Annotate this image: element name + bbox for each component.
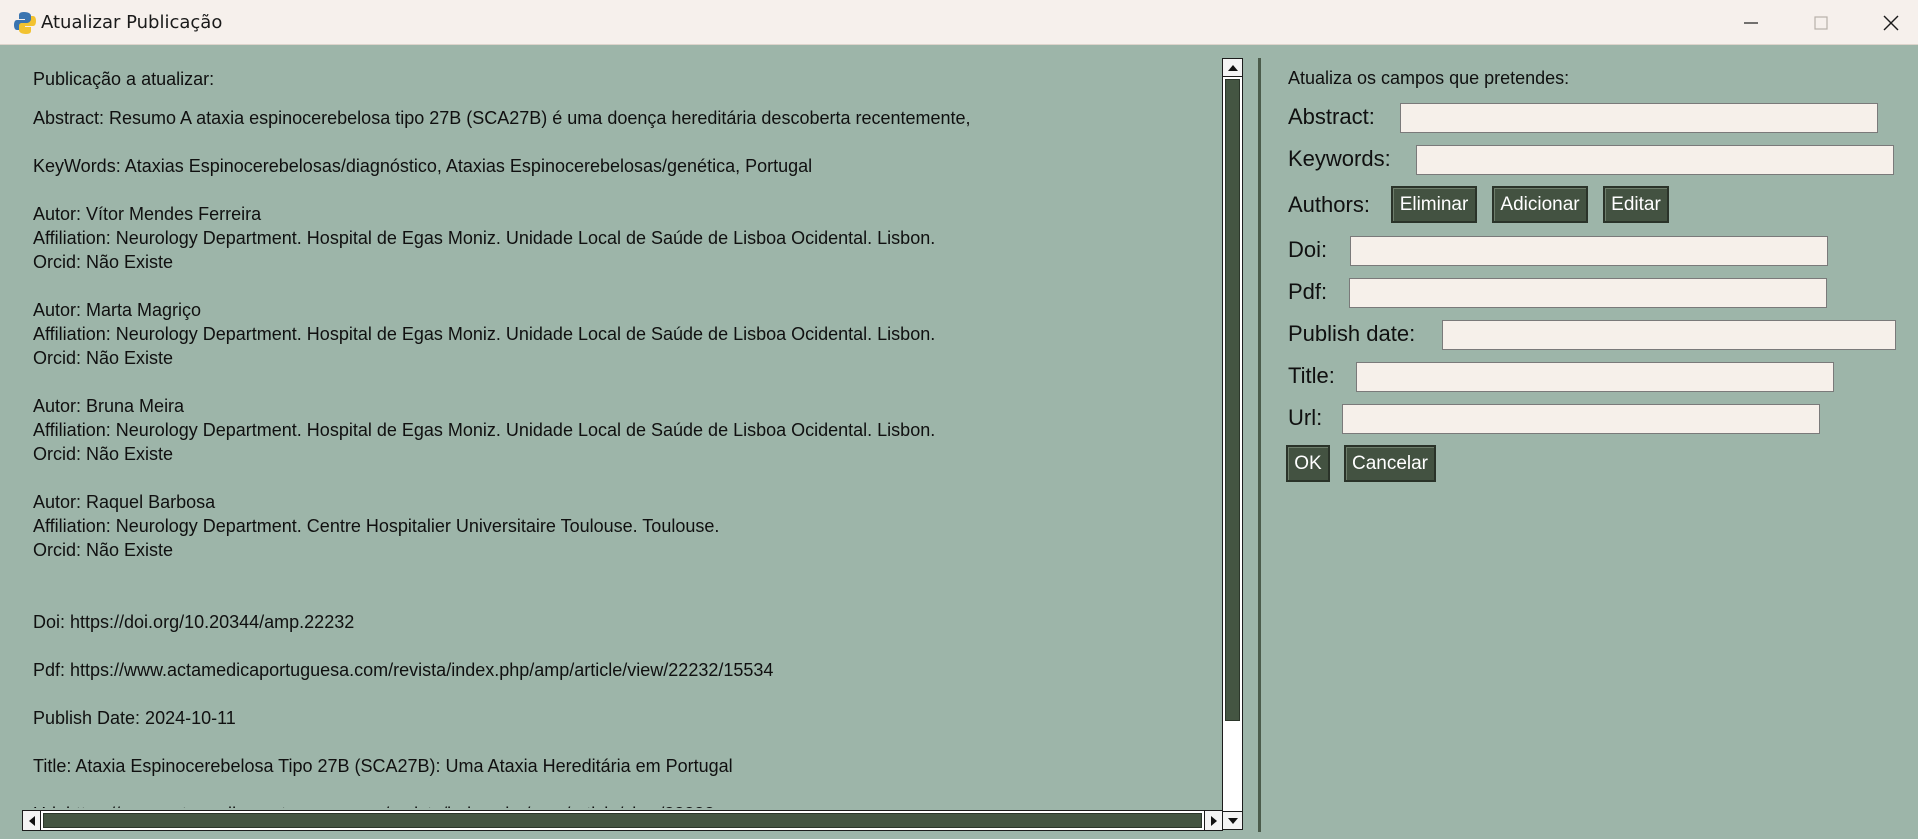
text-line: Autor: Raquel Barbosa bbox=[33, 492, 216, 512]
text-line: Url: https://www.actamedicaportuguesa.co… bbox=[33, 802, 1213, 808]
publication-text: Publicação a atualizar: Abstract: Resumo … bbox=[33, 67, 1213, 808]
publication-text-area[interactable]: Publicação a atualizar: Abstract: Resumo … bbox=[22, 56, 1222, 808]
eliminar-button[interactable]: Eliminar bbox=[1391, 186, 1477, 223]
keywords-label: Keywords: bbox=[1288, 146, 1391, 171]
ok-button[interactable]: OK bbox=[1286, 445, 1330, 482]
publish-date-label: Publish date: bbox=[1288, 321, 1416, 346]
python-icon bbox=[14, 12, 36, 34]
text-line: Orcid: Não Existe bbox=[33, 444, 174, 464]
window-title: Atualizar Publicação bbox=[41, 12, 223, 33]
text-line bbox=[33, 634, 1213, 658]
close-icon bbox=[1883, 15, 1899, 30]
url-input[interactable] bbox=[1342, 404, 1820, 434]
text-line bbox=[33, 778, 1213, 802]
scroll-up-button[interactable] bbox=[1223, 59, 1242, 77]
text-line: Doi: https://doi.org/10.20344/amp.22232 bbox=[33, 612, 355, 632]
publish-date-input[interactable] bbox=[1442, 320, 1896, 350]
title-bar: Atualizar Publicação bbox=[0, 0, 1918, 45]
title-input[interactable] bbox=[1356, 362, 1834, 392]
text-line: Title: Ataxia Espinocerebelosa Tipo 27B … bbox=[33, 756, 733, 776]
abstract-label: Abstract: bbox=[1288, 104, 1375, 129]
url-label: Url: bbox=[1288, 405, 1323, 430]
scroll-down-button[interactable] bbox=[1223, 811, 1242, 829]
maximize-button[interactable] bbox=[1786, 0, 1856, 45]
text-line bbox=[33, 274, 1213, 298]
text-line: Orcid: Não Existe bbox=[33, 252, 174, 272]
text-line: Affiliation: Neurology Department. Centr… bbox=[33, 516, 720, 536]
text-line bbox=[33, 130, 1213, 154]
arrow-down-icon bbox=[1227, 817, 1238, 824]
authors-label: Authors: bbox=[1288, 192, 1370, 217]
text-line: Affiliation: Neurology Department. Hospi… bbox=[33, 228, 936, 248]
doi-input[interactable] bbox=[1350, 236, 1828, 266]
text-line bbox=[33, 730, 1213, 754]
horizontal-scrollbar[interactable] bbox=[22, 810, 1223, 831]
text-line bbox=[33, 682, 1213, 706]
vertical-scroll-thumb[interactable] bbox=[1225, 79, 1240, 721]
keywords-input[interactable] bbox=[1416, 145, 1894, 175]
minimize-icon bbox=[1744, 21, 1758, 24]
text-line bbox=[33, 370, 1213, 394]
main-area: Publicação a atualizar: Abstract: Resumo … bbox=[0, 46, 1918, 839]
text-line: Orcid: Não Existe bbox=[33, 348, 174, 368]
text-line bbox=[33, 586, 1213, 610]
text-line: Affiliation: Neurology Department. Hospi… bbox=[33, 420, 936, 440]
arrow-right-icon bbox=[1210, 815, 1217, 826]
abstract-input[interactable] bbox=[1400, 103, 1878, 133]
text-line: Autor: Bruna Meira bbox=[33, 396, 185, 416]
text-line: Orcid: Não Existe bbox=[33, 540, 174, 560]
text-line: Autor: Vítor Mendes Ferreira bbox=[33, 204, 262, 224]
doi-label: Doi: bbox=[1288, 237, 1328, 262]
cancelar-button[interactable]: Cancelar bbox=[1344, 445, 1436, 482]
text-line bbox=[33, 178, 1213, 202]
arrow-left-icon bbox=[28, 815, 35, 826]
scroll-left-button[interactable] bbox=[23, 811, 41, 830]
form-header: Atualiza os campos que pretendes: bbox=[1288, 68, 1570, 88]
scroll-right-button[interactable] bbox=[1204, 811, 1222, 830]
arrow-up-icon bbox=[1227, 64, 1238, 71]
text-line: KeyWords: Ataxias Espinocerebelosas/diag… bbox=[33, 156, 813, 176]
text-line: Publish Date: 2024-10-11 bbox=[33, 708, 236, 728]
text-line bbox=[33, 466, 1213, 490]
text-line: Abstract: Resumo A ataxia espinocerebelo… bbox=[33, 108, 971, 128]
vertical-scrollbar[interactable] bbox=[1222, 58, 1243, 830]
text-line: Affiliation: Neurology Department. Hospi… bbox=[33, 324, 936, 344]
text-line: Autor: Marta Magriço bbox=[33, 300, 202, 320]
maximize-icon bbox=[1814, 15, 1828, 30]
pdf-input[interactable] bbox=[1349, 278, 1827, 308]
panel-divider bbox=[1258, 58, 1261, 832]
adicionar-button[interactable]: Adicionar bbox=[1492, 186, 1588, 223]
title-label: Title: bbox=[1288, 363, 1335, 388]
text-line bbox=[33, 562, 1213, 586]
editar-button[interactable]: Editar bbox=[1603, 186, 1669, 223]
pdf-label: Pdf: bbox=[1288, 279, 1328, 304]
minimize-button[interactable] bbox=[1716, 0, 1786, 45]
horizontal-scroll-thumb[interactable] bbox=[43, 813, 1202, 828]
text-line: Pdf: https://www.actamedicaportuguesa.co… bbox=[33, 660, 774, 680]
text-line: Publicação a atualizar: bbox=[33, 69, 215, 89]
close-button[interactable] bbox=[1856, 0, 1918, 45]
